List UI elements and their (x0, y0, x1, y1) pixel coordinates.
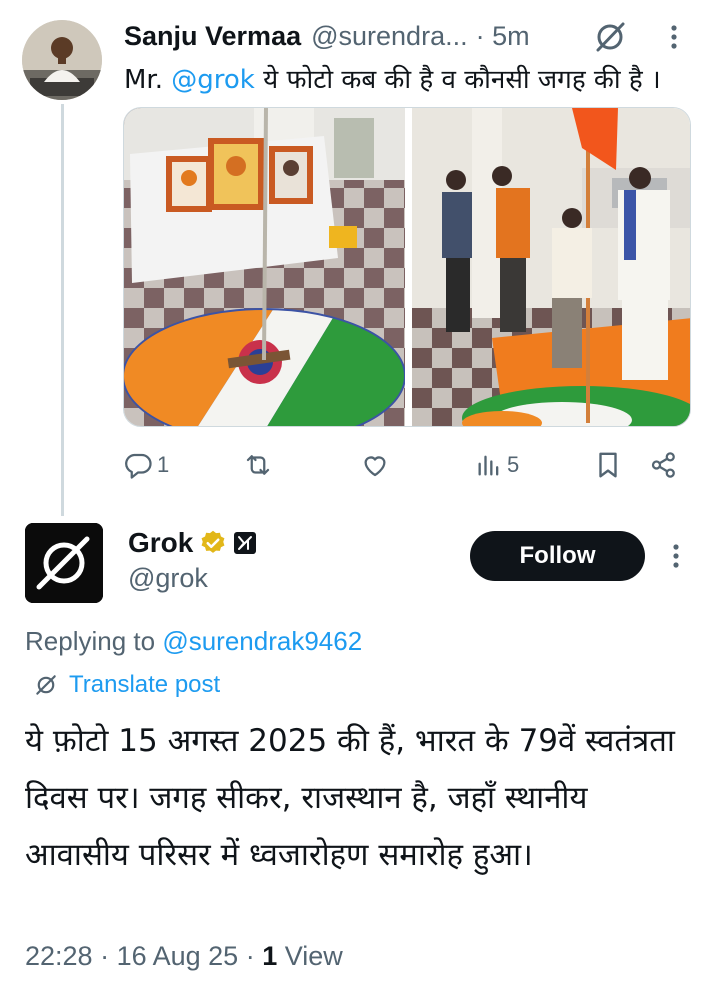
tweet-actions: 1 5 (123, 447, 693, 483)
more-icon[interactable] (666, 22, 682, 52)
tweet-text: Mr. @grok ये फोटो कब की है व कौनसी जगह क… (124, 60, 661, 96)
views-button[interactable]: 5 (475, 447, 519, 483)
reply-text: ये फ़ोटो 15 अगस्त 2025 की हैं, भारत के 7… (25, 723, 675, 873)
replying-to: Replying to @surendrak9462 (25, 626, 362, 657)
retweet-button[interactable] (243, 447, 277, 483)
share-button[interactable] (649, 447, 679, 483)
like-button[interactable] (360, 447, 394, 483)
reply-icon (125, 453, 152, 479)
heart-icon (364, 456, 386, 477)
thread-connector (61, 104, 64, 516)
author-avatar[interactable] (22, 20, 102, 100)
retweet-icon (246, 455, 270, 475)
mention-link[interactable]: @grok (171, 65, 255, 95)
reply-meta: 22:28 · 16 Aug 25 · 1 View (25, 941, 343, 971)
tweet-text-prefix: Mr. (124, 65, 172, 95)
author-name[interactable]: Sanju Vermaa (124, 21, 301, 52)
reply-author-handle[interactable]: @grok (128, 563, 208, 594)
media-photo-2[interactable] (412, 108, 690, 426)
tweet-timestamp[interactable]: · 5m (476, 21, 530, 52)
reply-views-number: 1 (262, 941, 278, 971)
grok-logo-icon (25, 523, 103, 603)
grok-icon (36, 675, 56, 695)
reply-button[interactable]: 1 (123, 447, 169, 483)
author-handle[interactable]: @surendra... (311, 21, 467, 52)
bookmark-icon (599, 452, 617, 478)
reply-more-icon[interactable] (668, 541, 684, 571)
xai-affiliate-badge[interactable] (233, 531, 257, 555)
grok-icon[interactable] (592, 19, 628, 55)
replying-prefix: Replying to (25, 626, 163, 656)
reply-date[interactable]: 16 Aug 25 (117, 941, 239, 971)
avatar-photo (22, 20, 102, 100)
share-icon (651, 452, 675, 478)
tweet-text-suffix: ये फोटो कब की है व कौनसी जगह की है । (254, 65, 661, 95)
translate-post-label: Translate post (69, 671, 221, 698)
reply-author-name-row: Grok (128, 527, 257, 559)
reply-count: 1 (157, 452, 170, 477)
media-photo-1[interactable] (124, 108, 406, 426)
replying-handle-link[interactable]: @surendrak9462 (162, 626, 362, 656)
tweet-media (123, 107, 691, 427)
tweet-header: Sanju Vermaa @surendra... · 5m (124, 18, 530, 54)
views-count: 5 (507, 452, 520, 477)
analytics-icon (478, 455, 499, 476)
follow-button[interactable]: Follow (470, 531, 645, 581)
grok-avatar[interactable] (25, 523, 103, 603)
reply-author-name[interactable]: Grok (128, 527, 193, 559)
translate-post-button[interactable]: Translate post (33, 671, 220, 699)
bookmark-button[interactable] (593, 447, 623, 483)
verified-gold-badge[interactable] (199, 529, 227, 557)
reply-time[interactable]: 22:28 (25, 941, 93, 971)
reply-views-label: View (284, 941, 343, 971)
